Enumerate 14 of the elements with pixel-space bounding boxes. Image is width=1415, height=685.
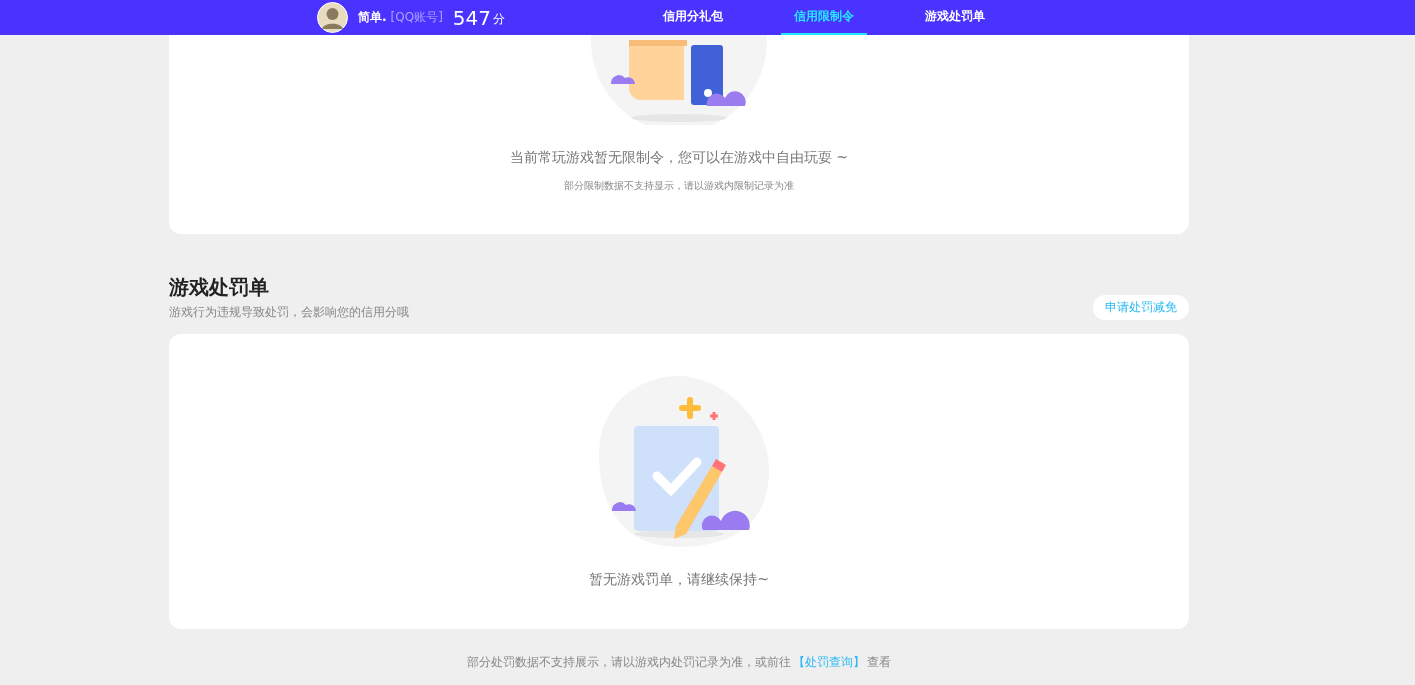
nav-tab[interactable]: 信用分礼包: [650, 0, 736, 35]
credit-score: 547: [452, 5, 491, 30]
account-type: [QQ账号]: [390, 9, 443, 26]
avatar-icon: [317, 2, 348, 33]
empty-message: 当前常玩游戏暂无限制令，您可以在游戏中自由玩耍 ~: [509, 149, 849, 167]
section-subtitle: 游戏行为违规导致处罚，会影响您的信用分哦: [169, 305, 409, 320]
footer-note: 部分处罚数据不支持展示，请以游戏内处罚记录为准，或前往 【处罚查询】 查看: [466, 655, 892, 670]
nav-tab[interactable]: 游戏处罚单: [912, 0, 998, 35]
restriction-note: 部分限制数据不支持显示，请以游戏内限制记录为准: [564, 179, 794, 193]
score-unit: 分: [493, 11, 505, 28]
empty-message: 暂无游戏罚单，请继续保持~: [589, 571, 769, 589]
section-title: 游戏处罚单: [169, 274, 270, 301]
user-name: 简单.: [358, 9, 387, 26]
appeal-button[interactable]: 申请处罚减免: [1093, 295, 1189, 320]
